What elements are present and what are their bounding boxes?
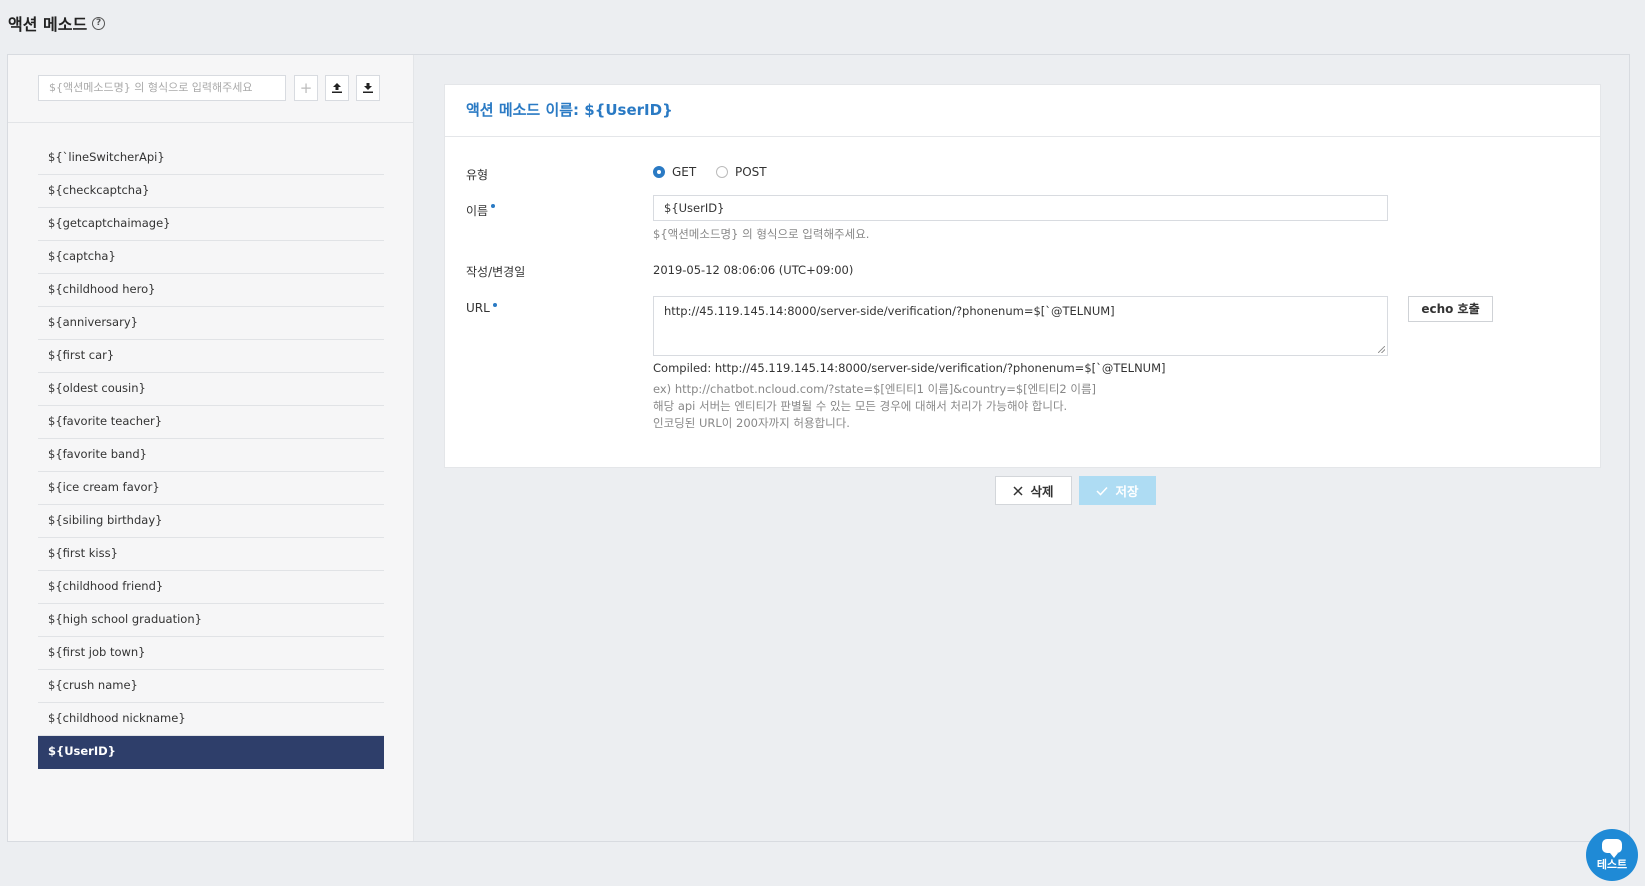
method-list-item[interactable]: ${sibiling birthday} [38,505,384,538]
page-title-text: 액션 메소드 [8,15,88,34]
resize-handle-icon[interactable] [1378,346,1385,353]
radio-get-label: GET [672,165,697,179]
method-list-item[interactable]: ${first car} [38,340,384,373]
upload-icon [332,83,342,93]
method-list-item[interactable]: ${favorite band} [38,439,384,472]
method-list-item-active[interactable]: ${UserID} [38,736,384,769]
test-chat-button[interactable]: 테스트 [1586,829,1638,881]
radio-post-label: POST [735,165,767,179]
name-label: 이름 [466,204,489,218]
main-panel: ${액션메소드명} 의 형식으로 입력해주세요 + ${`lineSwitche… [7,54,1630,842]
name-field[interactable]: ${UserID} [653,195,1388,221]
url-label: URL [466,301,490,315]
method-list-item[interactable]: ${first job town} [38,637,384,670]
method-list-item[interactable]: ${high school graduation} [38,604,384,637]
test-label: 테스트 [1596,857,1628,871]
add-button[interactable]: + [294,75,318,101]
method-list-item[interactable]: ${checkcaptcha} [38,175,384,208]
compiled-url: Compiled: http://45.119.145.14:8000/serv… [653,361,1166,375]
check-icon [1096,486,1109,496]
delete-button[interactable]: 삭제 [995,476,1072,505]
sidebar-toolbar: ${액션메소드명} 의 형식으로 입력해주세요 + [8,55,413,123]
method-list-item[interactable]: ${favorite teacher} [38,406,384,439]
method-list-item[interactable]: ${anniversary} [38,307,384,340]
method-list-item[interactable]: ${first kiss} [38,538,384,571]
echo-call-button[interactable]: echo 호출 [1408,296,1493,322]
url-hint-example: ex) http://chatbot.ncloud.com/?state=$[엔… [653,382,1097,396]
url-textarea[interactable]: http://45.119.145.14:8000/server-side/ve… [653,296,1388,356]
detail-header: 액션 메소드 이름: ${UserID} [445,85,1600,137]
radio-get[interactable]: GET [653,165,696,179]
method-list-item[interactable]: ${childhood friend} [38,571,384,604]
save-button[interactable]: 저장 [1079,476,1156,505]
method-list: ${`lineSwitcherApi} ${checkcaptcha} ${getc… [38,142,384,769]
required-dot-icon [492,303,497,307]
name-hint: ${액션메소드명} 의 형식으로 입력해주세요. [653,227,870,241]
method-list-item[interactable]: ${childhood hero} [38,274,384,307]
page-title: 액션 메소드 ? [8,11,106,35]
plus-icon: + [299,79,313,97]
url-hint-length: 인코딩된 URL이 200자까지 허용합니다. [653,416,850,430]
sidebar: ${액션메소드명} 의 형식으로 입력해주세요 + ${`lineSwitche… [8,55,414,841]
method-list-item[interactable]: ${ice cream favor} [38,472,384,505]
method-list-item[interactable]: ${crush name} [38,670,384,703]
method-list-item[interactable]: ${oldest cousin} [38,373,384,406]
question-circle-icon[interactable]: ? [92,16,106,30]
date-value: 2019-05-12 08:06:06 (UTC+09:00) [653,263,854,277]
download-icon [363,83,373,93]
date-label: 작성/변경일 [466,265,526,279]
url-hint-server: 해당 api 서버는 엔티티가 판별될 수 있는 모든 경우에 대해서 처리가 … [653,399,1068,413]
close-icon [1013,485,1024,496]
delete-label: 삭제 [1030,484,1054,499]
radio-post[interactable]: POST [716,165,767,179]
method-list-item[interactable]: ${captcha} [38,241,384,274]
type-label: 유형 [466,168,489,182]
method-list-item[interactable]: ${`lineSwitcherApi} [38,142,384,175]
save-label: 저장 [1115,484,1139,499]
url-value: http://45.119.145.14:8000/server-side/ve… [664,304,1115,318]
search-input[interactable]: ${액션메소드명} 의 형식으로 입력해주세요 [38,75,286,101]
radio-post-indicator [716,166,728,178]
required-dot-icon [491,204,496,208]
method-list-item[interactable]: ${getcaptchaimage} [38,208,384,241]
detail-card: 액션 메소드 이름: ${UserID} 유형 GET POST 이름 ${Us… [444,84,1601,468]
method-list-item[interactable]: ${childhood nickname} [38,703,384,736]
upload-button[interactable] [325,75,349,101]
url-hints: ex) http://chatbot.ncloud.com/?state=$[엔… [653,381,1096,432]
download-button[interactable] [356,75,380,101]
chat-bubble-icon [1602,838,1622,858]
name-label-row: 이름 [466,202,496,219]
url-label-row: URL [466,301,497,315]
radio-get-indicator [653,166,665,178]
